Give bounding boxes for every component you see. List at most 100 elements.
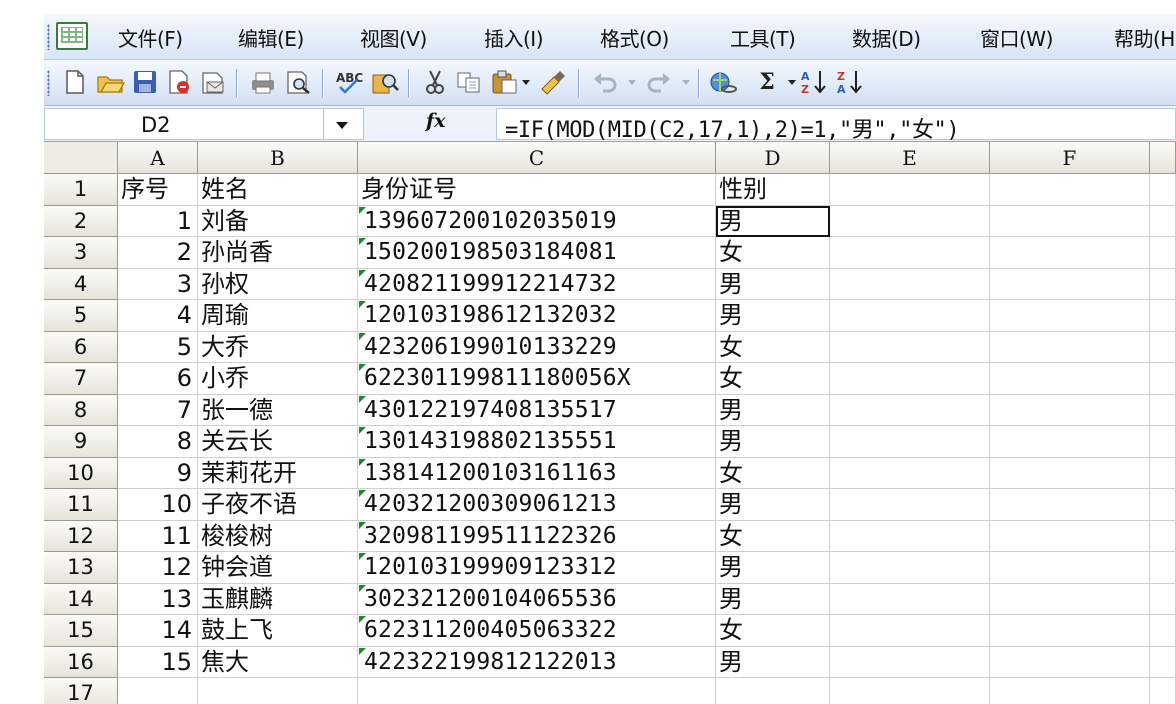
paste-dropdown-arrow[interactable] bbox=[522, 80, 530, 85]
cell-no[interactable]: 6 bbox=[118, 363, 198, 395]
name-box[interactable]: D2 bbox=[44, 108, 324, 140]
save-icon[interactable] bbox=[130, 67, 160, 97]
cell-no[interactable]: 11 bbox=[118, 520, 198, 552]
insert-function-icon[interactable]: fx bbox=[426, 110, 446, 132]
table-cell[interactable] bbox=[830, 174, 990, 206]
cell-no[interactable]: 15 bbox=[118, 646, 198, 678]
column-header-d[interactable]: D bbox=[716, 142, 830, 174]
cell-gender[interactable]: 男 bbox=[716, 268, 830, 300]
cell-name[interactable]: 孙尚香 bbox=[198, 237, 358, 269]
table-cell[interactable] bbox=[1150, 552, 1176, 584]
new-icon[interactable] bbox=[60, 67, 90, 97]
cell-name[interactable]: 刘备 bbox=[198, 205, 358, 237]
cell-id-number[interactable]: 622311200405063322 bbox=[358, 615, 716, 647]
table-cell[interactable] bbox=[990, 237, 1150, 269]
cell-name[interactable]: 玉麒麟 bbox=[198, 583, 358, 615]
cell-no[interactable]: 12 bbox=[118, 552, 198, 584]
cell-name[interactable]: 关云长 bbox=[198, 426, 358, 458]
table-cell[interactable] bbox=[830, 268, 990, 300]
cell-name[interactable]: 茉莉花开 bbox=[198, 457, 358, 489]
header-cell[interactable]: 姓名 bbox=[198, 174, 358, 206]
redo-dropdown-arrow[interactable] bbox=[682, 80, 690, 85]
table-cell[interactable] bbox=[830, 457, 990, 489]
cell-name[interactable]: 焦大 bbox=[198, 646, 358, 678]
table-cell[interactable] bbox=[830, 205, 990, 237]
formula-input[interactable]: =IF(MOD(MID(C2,17,1),2)=1,"男","女") bbox=[496, 108, 1176, 143]
cell-id-number[interactable]: 422322199812122013 bbox=[358, 646, 716, 678]
menu-format[interactable]: 格式(O) bbox=[600, 23, 669, 52]
table-cell[interactable] bbox=[198, 678, 358, 704]
table-cell[interactable] bbox=[830, 394, 990, 426]
cell-no[interactable]: 13 bbox=[118, 583, 198, 615]
undo-icon[interactable] bbox=[590, 67, 620, 97]
print-preview-icon[interactable] bbox=[284, 67, 314, 97]
table-cell[interactable] bbox=[830, 615, 990, 647]
cell-gender[interactable]: 男 bbox=[716, 552, 830, 584]
table-cell[interactable] bbox=[830, 237, 990, 269]
menu-window[interactable]: 窗口(W) bbox=[980, 23, 1053, 52]
table-cell[interactable] bbox=[716, 678, 830, 704]
row-header[interactable]: 12 bbox=[44, 520, 118, 552]
cell-gender[interactable]: 女 bbox=[716, 237, 830, 269]
cell-name[interactable]: 周瑜 bbox=[198, 300, 358, 332]
table-cell[interactable] bbox=[830, 489, 990, 521]
menu-bar-grip[interactable] bbox=[47, 24, 50, 50]
table-cell[interactable] bbox=[990, 300, 1150, 332]
cell-no[interactable]: 4 bbox=[118, 300, 198, 332]
cell-id-number[interactable]: 320981199511122326 bbox=[358, 520, 716, 552]
menu-data[interactable]: 数据(D) bbox=[852, 23, 921, 52]
cell-no[interactable]: 5 bbox=[118, 331, 198, 363]
table-cell[interactable] bbox=[990, 363, 1150, 395]
cell-name[interactable]: 钟会道 bbox=[198, 552, 358, 584]
cell-gender[interactable]: 男 bbox=[716, 426, 830, 458]
cell-id-number[interactable]: 420321200309061213 bbox=[358, 489, 716, 521]
cell-gender[interactable]: 女 bbox=[716, 615, 830, 647]
undo-dropdown-arrow[interactable] bbox=[628, 80, 636, 85]
permission-icon[interactable] bbox=[164, 67, 194, 97]
cell-no[interactable]: 7 bbox=[118, 394, 198, 426]
table-cell[interactable] bbox=[830, 426, 990, 458]
table-cell[interactable] bbox=[830, 552, 990, 584]
cell-gender[interactable]: 女 bbox=[716, 520, 830, 552]
row-header[interactable]: 7 bbox=[44, 363, 118, 395]
row-header[interactable]: 2 bbox=[44, 205, 118, 237]
column-header-f[interactable]: F bbox=[990, 142, 1150, 174]
cell-no[interactable]: 1 bbox=[118, 205, 198, 237]
cell-gender[interactable]: 男 bbox=[716, 394, 830, 426]
row-header[interactable]: 3 bbox=[44, 237, 118, 269]
copy-icon[interactable] bbox=[454, 67, 484, 97]
cell-no[interactable]: 2 bbox=[118, 237, 198, 269]
select-all-corner[interactable] bbox=[44, 142, 118, 174]
spelling-icon[interactable]: ABC bbox=[334, 67, 364, 97]
research-icon[interactable] bbox=[370, 67, 400, 97]
cell-gender[interactable]: 女 bbox=[716, 331, 830, 363]
worksheet-grid[interactable]: A B C D E F 1 序号 姓名 身份证号 性别 2 1 刘备 139607200102035019 男… bbox=[44, 142, 1176, 704]
table-cell[interactable] bbox=[990, 489, 1150, 521]
cell-gender[interactable]: 女 bbox=[716, 363, 830, 395]
cut-icon[interactable] bbox=[420, 67, 450, 97]
cell-gender[interactable]: 男 bbox=[716, 205, 830, 237]
cell-id-number[interactable]: 130143198802135551 bbox=[358, 426, 716, 458]
name-box-dropdown[interactable] bbox=[324, 108, 364, 140]
table-cell[interactable] bbox=[830, 678, 990, 704]
format-painter-icon[interactable] bbox=[538, 67, 568, 97]
table-cell[interactable] bbox=[990, 331, 1150, 363]
table-cell[interactable] bbox=[990, 520, 1150, 552]
cell-gender[interactable]: 女 bbox=[716, 457, 830, 489]
table-cell[interactable] bbox=[1150, 583, 1176, 615]
table-cell[interactable] bbox=[1150, 426, 1176, 458]
cell-gender[interactable]: 男 bbox=[716, 583, 830, 615]
table-cell[interactable] bbox=[1150, 268, 1176, 300]
cell-name[interactable]: 梭梭树 bbox=[198, 520, 358, 552]
autosum-dropdown-arrow[interactable] bbox=[788, 80, 796, 85]
row-header[interactable]: 10 bbox=[44, 457, 118, 489]
table-cell[interactable] bbox=[1150, 615, 1176, 647]
header-cell[interactable]: 身份证号 bbox=[358, 174, 716, 206]
row-header[interactable]: 15 bbox=[44, 615, 118, 647]
menu-help[interactable]: 帮助(H) bbox=[1114, 23, 1176, 52]
cell-name[interactable]: 孙权 bbox=[198, 268, 358, 300]
email-icon[interactable] bbox=[198, 67, 228, 97]
table-cell[interactable] bbox=[990, 552, 1150, 584]
table-cell[interactable] bbox=[118, 678, 198, 704]
table-cell[interactable] bbox=[990, 268, 1150, 300]
